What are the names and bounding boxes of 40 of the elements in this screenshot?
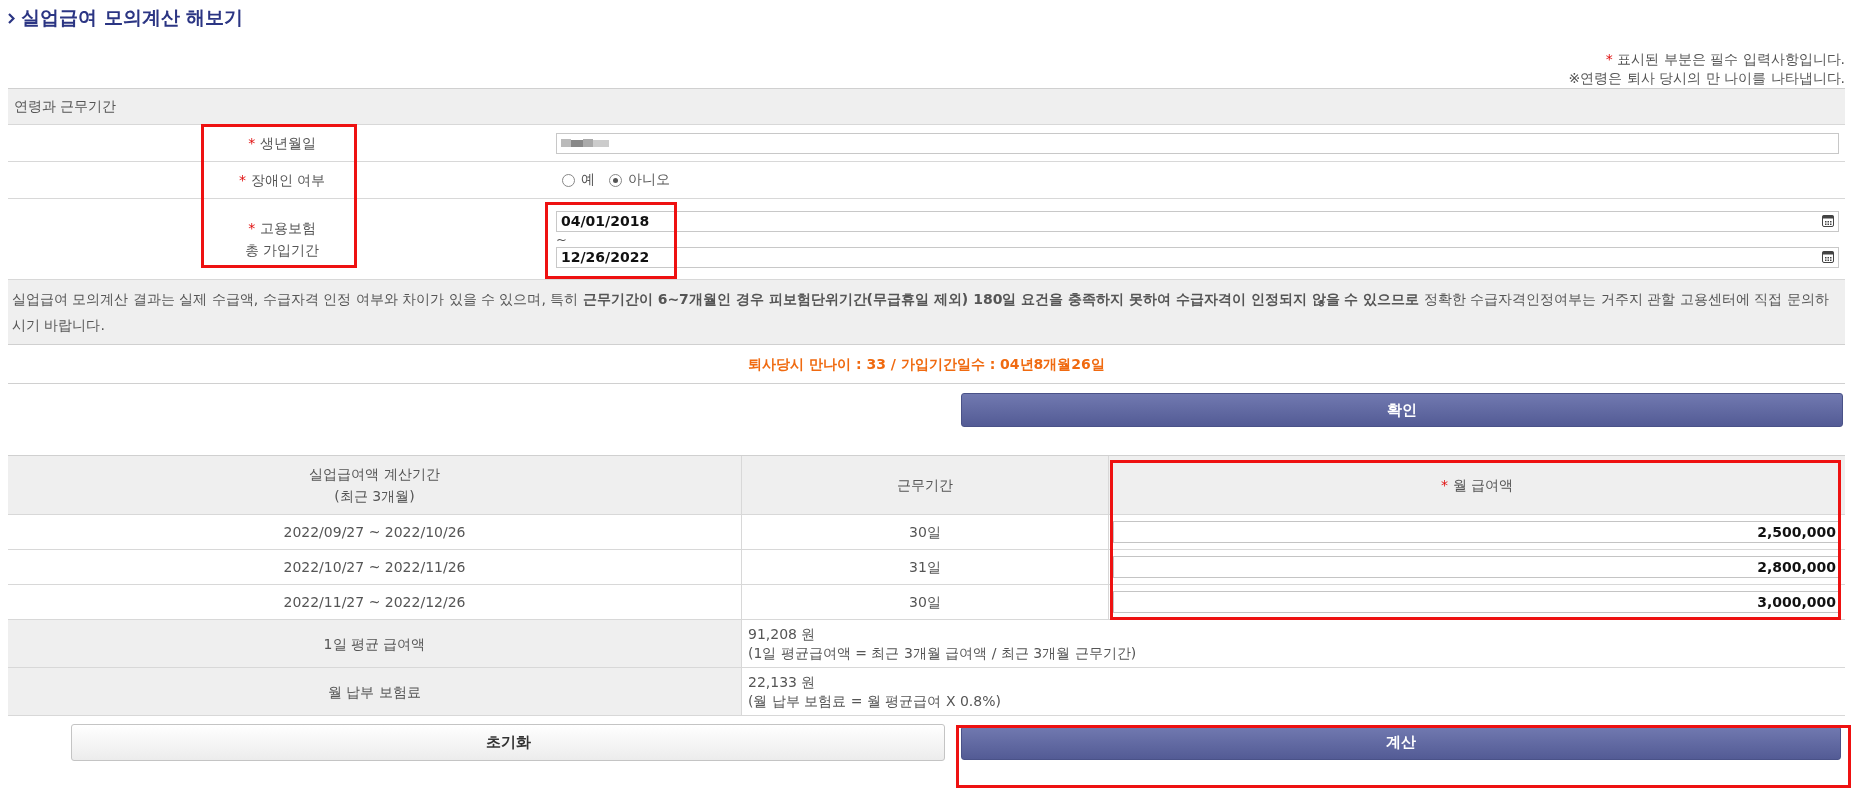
- table-cell-text: 2022/11/27 ~ 2022/12/26: [283, 593, 466, 612]
- radio-option[interactable]: 예: [562, 171, 595, 190]
- field-label: 총 가입기간: [244, 241, 320, 260]
- field-label: * 장애인 여부: [239, 171, 325, 190]
- required-note: * 표시된 부분은 필수 입력사항입니다.: [1605, 50, 1845, 69]
- notice-text: 실업급여 모의계산 결과는 실제 수급액, 수급자격 인정 여부와 차이가 있을 수 있으며, 특히 근무기간이 6~7개월인 경우 피보험단위기간(무급휴일 제외) 180일 요건을 충족하지 못하여 수급자격이 인정되지 않을 수 있으므로 정확한 수급자격인정여부는 거주지 관할 고용센터에 직접 문의하시기 바랍니다.: [8, 280, 1845, 345]
- salary-input[interactable]: 2,800,000: [1113, 556, 1841, 578]
- radio-option[interactable]: 아니오: [609, 171, 670, 190]
- field-label: * 생년월일: [248, 134, 316, 153]
- formula-text: (1일 평균급여액 = 최근 3개월 급여액 / 최근 3개월 근무기간): [748, 643, 1138, 663]
- end-date-field[interactable]: 12/26/2022: [556, 246, 1839, 268]
- field-label: * 고용보험: [248, 219, 316, 238]
- salary-input[interactable]: 3,000,000: [1113, 591, 1841, 613]
- range-separator: ~: [556, 231, 568, 247]
- age-note: ※연령은 퇴사 당시의 만 나이를 나타냅니다.: [1568, 69, 1845, 88]
- birth-date-field[interactable]: [556, 132, 1839, 154]
- column-header: 근무기간: [897, 476, 953, 495]
- table-cell-text: 30일: [909, 593, 941, 612]
- formula-text: (월 납부 보험료 = 월 평균급여 X 0.8%): [748, 691, 1002, 711]
- column-header: (최근 3개월): [334, 487, 415, 506]
- page-title: 실업급여 모의계산 해보기: [21, 5, 244, 30]
- chevron-icon: [8, 12, 15, 24]
- table-cell-text: 2022/09/27 ~ 2022/10/26: [283, 523, 466, 542]
- result-text: 퇴사당시 만나이 : 33 / 가입기간일수 : 04년8개월26일: [8, 345, 1845, 384]
- row-label: 1일 평균 급여액: [323, 634, 426, 654]
- table-cell-text: 30일: [909, 523, 941, 542]
- column-header: 실업급여액 계산기간: [309, 465, 440, 484]
- section-title: 연령과 근무기간: [14, 97, 118, 116]
- salary-input[interactable]: 2,500,000: [1113, 521, 1841, 543]
- column-header: * 월 급여액: [1441, 476, 1513, 495]
- row-label: 월 납부 보험료: [328, 682, 421, 702]
- reset-button[interactable]: 초기화: [71, 724, 945, 761]
- summary-value: 22,133 원: [748, 672, 817, 692]
- table-cell-text: 31일: [909, 558, 941, 577]
- summary-value: 91,208 원: [748, 624, 817, 644]
- calendar-icon[interactable]: [1822, 215, 1834, 227]
- confirm-button[interactable]: 확인: [961, 393, 1843, 427]
- table-cell-text: 2022/10/27 ~ 2022/11/26: [283, 558, 466, 577]
- calendar-icon[interactable]: [1822, 251, 1834, 263]
- start-date-field[interactable]: 04/01/2018: [556, 210, 1839, 232]
